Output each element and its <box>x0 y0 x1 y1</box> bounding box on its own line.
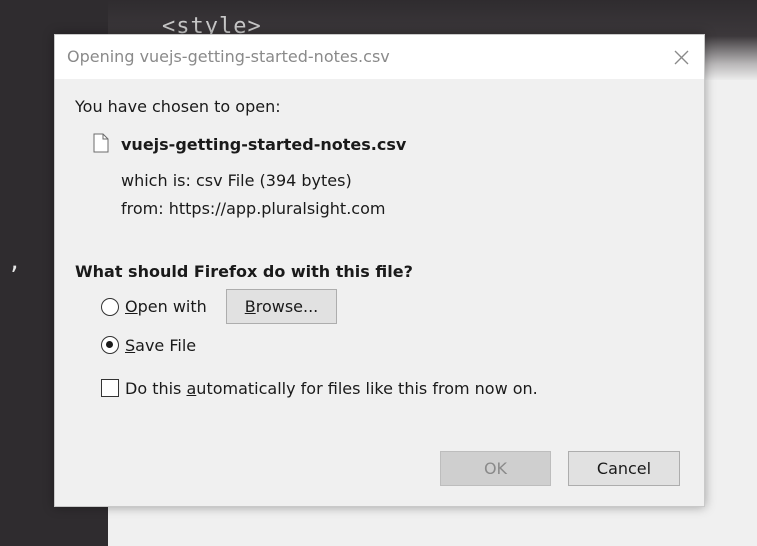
file-open-dialog: Opening vuejs-getting-started-notes.csv … <box>54 34 705 507</box>
browse-mnemonic: B <box>244 297 256 316</box>
dialog-title: Opening vuejs-getting-started-notes.csv <box>67 47 390 66</box>
ok-button[interactable]: OK <box>440 451 551 486</box>
open-with-radio[interactable] <box>101 298 119 316</box>
file-type-label: which is: <box>121 171 191 190</box>
close-icon <box>674 50 688 64</box>
file-source-label: from: <box>121 199 164 218</box>
browse-button[interactable]: Browse... <box>226 289 337 324</box>
file-source-row: from: https://app.pluralsight.com <box>121 199 385 218</box>
file-type-value: csv File (394 bytes) <box>195 171 352 190</box>
open-with-label-text: pen with <box>137 297 207 316</box>
save-file-radio[interactable] <box>101 336 119 354</box>
background-code-punctuation: , <box>8 250 22 275</box>
file-source-value: https://app.pluralsight.com <box>168 199 386 218</box>
cancel-button[interactable]: Cancel <box>568 451 680 486</box>
open-with-label[interactable]: Open with <box>125 297 207 316</box>
save-file-mnemonic: S <box>125 336 136 355</box>
auto-action-checkbox[interactable] <box>101 379 119 397</box>
action-question: What should Firefox do with this file? <box>75 262 413 281</box>
radio-selected-dot <box>106 341 113 348</box>
file-icon <box>93 133 109 153</box>
auto-action-text-after: utomatically for files like this from no… <box>196 379 538 398</box>
dialog-titlebar: Opening vuejs-getting-started-notes.csv <box>55 35 704 79</box>
close-button[interactable] <box>658 35 704 79</box>
auto-action-label[interactable]: Do this automatically for files like thi… <box>125 379 538 398</box>
file-name: vuejs-getting-started-notes.csv <box>121 135 407 154</box>
auto-action-text-before: Do this <box>125 379 187 398</box>
open-with-mnemonic: O <box>125 297 138 316</box>
save-file-label-text: ave File <box>135 336 197 355</box>
browse-label: rowse... <box>255 297 319 316</box>
file-type-row: which is: csv File (394 bytes) <box>121 171 352 190</box>
auto-action-mnemonic: a <box>186 379 197 398</box>
save-file-label[interactable]: Save File <box>125 336 196 355</box>
intro-text: You have chosen to open: <box>75 97 281 116</box>
